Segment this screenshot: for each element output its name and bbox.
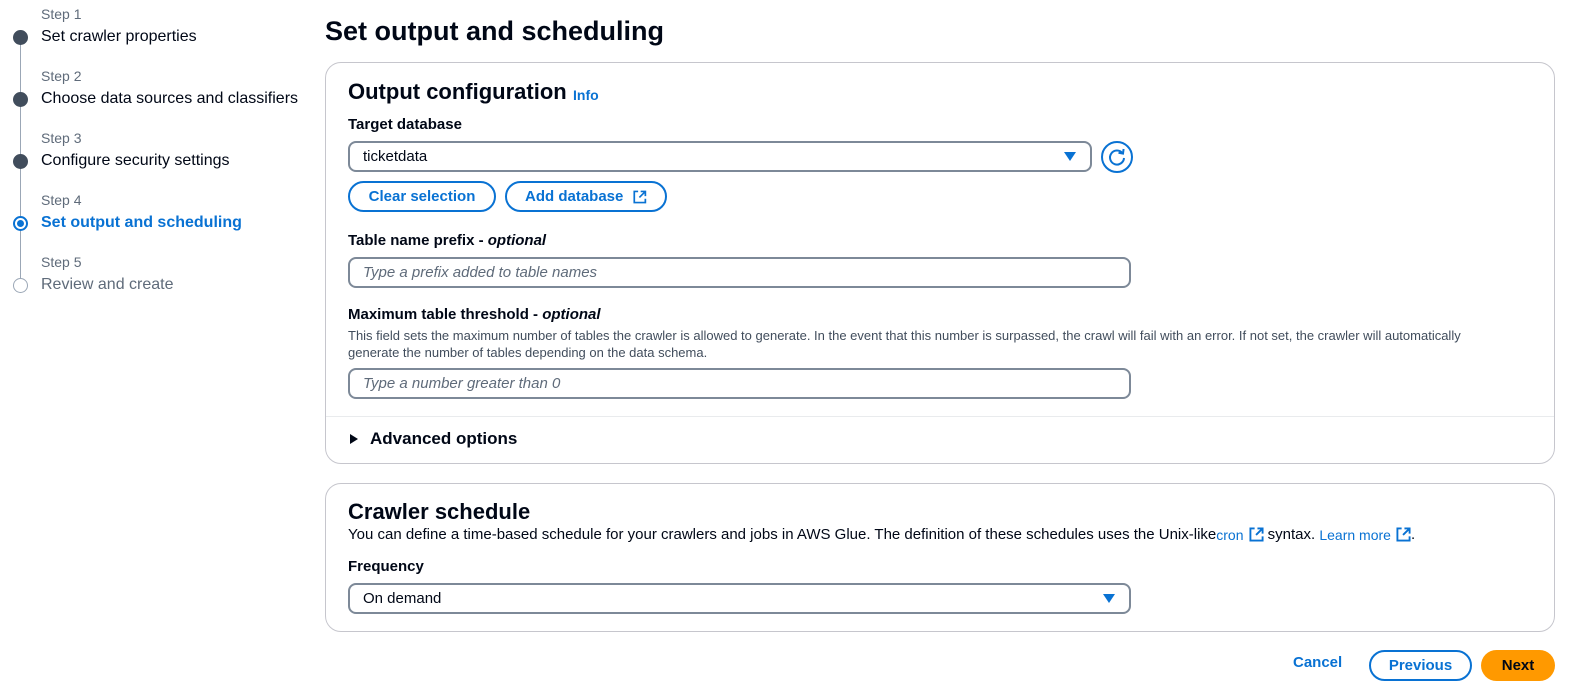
step-5: Step 5 Review and create (0, 248, 300, 298)
crawler-schedule-description: You can define a time-based schedule for… (348, 526, 1416, 543)
step-complete-icon (13, 92, 28, 107)
external-link-icon (1396, 527, 1411, 542)
max-table-threshold-placeholder: Type a number greater than 0 (363, 375, 561, 392)
next-button[interactable]: Next (1481, 650, 1555, 681)
previous-label: Previous (1388, 657, 1453, 674)
step-complete-icon (13, 30, 28, 45)
refresh-button[interactable] (1101, 141, 1133, 173)
external-link-icon (1248, 527, 1264, 542)
crawler-schedule-heading: Crawler schedule (348, 499, 531, 524)
table-prefix-placeholder: Type a prefix added to table names (363, 264, 598, 281)
step-number: Step 3 (41, 130, 82, 146)
step-active-icon (13, 216, 28, 231)
frequency-label: Frequency (348, 558, 424, 575)
previous-button[interactable]: Previous (1369, 650, 1472, 681)
step-number: Step 1 (41, 6, 82, 22)
info-link[interactable]: Info (573, 87, 599, 103)
wizard-steps: Step 1 Set crawler properties Step 2 Cho… (0, 0, 300, 310)
add-database-button[interactable]: Add database (505, 181, 667, 212)
step-number: Step 4 (41, 192, 82, 208)
crawler-schedule-panel: Crawler schedule You can define a time-b… (325, 483, 1555, 632)
step-complete-icon (13, 154, 28, 169)
page-title: Set output and scheduling (325, 16, 664, 46)
frequency-value: On demand (363, 590, 442, 607)
caret-down-icon (1064, 152, 1076, 161)
clear-selection-label: Clear selection (368, 188, 476, 205)
cancel-button[interactable]: Cancel (1293, 654, 1342, 671)
target-database-select[interactable]: ticketdata (348, 141, 1092, 172)
target-database-value: ticketdata (363, 148, 428, 165)
max-table-threshold-label: Maximum table threshold - optional (348, 306, 601, 323)
refresh-icon (1109, 148, 1125, 166)
clear-selection-button[interactable]: Clear selection (348, 181, 496, 212)
step-label[interactable]: Choose data sources and classifiers (41, 90, 298, 108)
output-configuration-panel: Output configuration Info Target databas… (325, 62, 1555, 464)
step-number: Step 5 (41, 254, 82, 270)
step-label[interactable]: Set crawler properties (41, 28, 197, 46)
learn-more-link[interactable]: Learn more (1319, 527, 1411, 543)
caret-down-icon (1103, 594, 1115, 603)
step-1[interactable]: Step 1 Set crawler properties (0, 0, 300, 50)
frequency-select[interactable]: On demand (348, 583, 1131, 614)
cron-link[interactable]: cron (1216, 527, 1264, 543)
target-database-label: Target database (348, 116, 462, 133)
divider (326, 416, 1554, 417)
max-table-threshold-input[interactable]: Type a number greater than 0 (348, 368, 1131, 399)
step-pending-icon (13, 278, 28, 293)
step-2[interactable]: Step 2 Choose data sources and classifie… (0, 62, 300, 112)
next-label: Next (1501, 657, 1535, 674)
caret-right-icon (350, 434, 358, 444)
external-link-icon (633, 190, 647, 203)
max-table-threshold-description: This field sets the maximum number of ta… (348, 328, 1461, 360)
step-3[interactable]: Step 3 Configure security settings (0, 124, 300, 174)
step-number: Step 2 (41, 68, 82, 84)
step-4: Step 4 Set output and scheduling (0, 186, 300, 236)
step-label[interactable]: Configure security settings (41, 152, 230, 170)
add-database-label: Add database (525, 188, 624, 205)
advanced-options-expander[interactable]: Advanced options (350, 429, 517, 449)
advanced-options-label: Advanced options (370, 429, 518, 448)
output-configuration-heading: Output configuration (348, 79, 567, 104)
step-label: Review and create (41, 276, 174, 293)
step-label: Set output and scheduling (41, 214, 242, 231)
table-prefix-input[interactable]: Type a prefix added to table names (348, 257, 1131, 288)
table-prefix-label: Table name prefix - optional (348, 232, 547, 249)
